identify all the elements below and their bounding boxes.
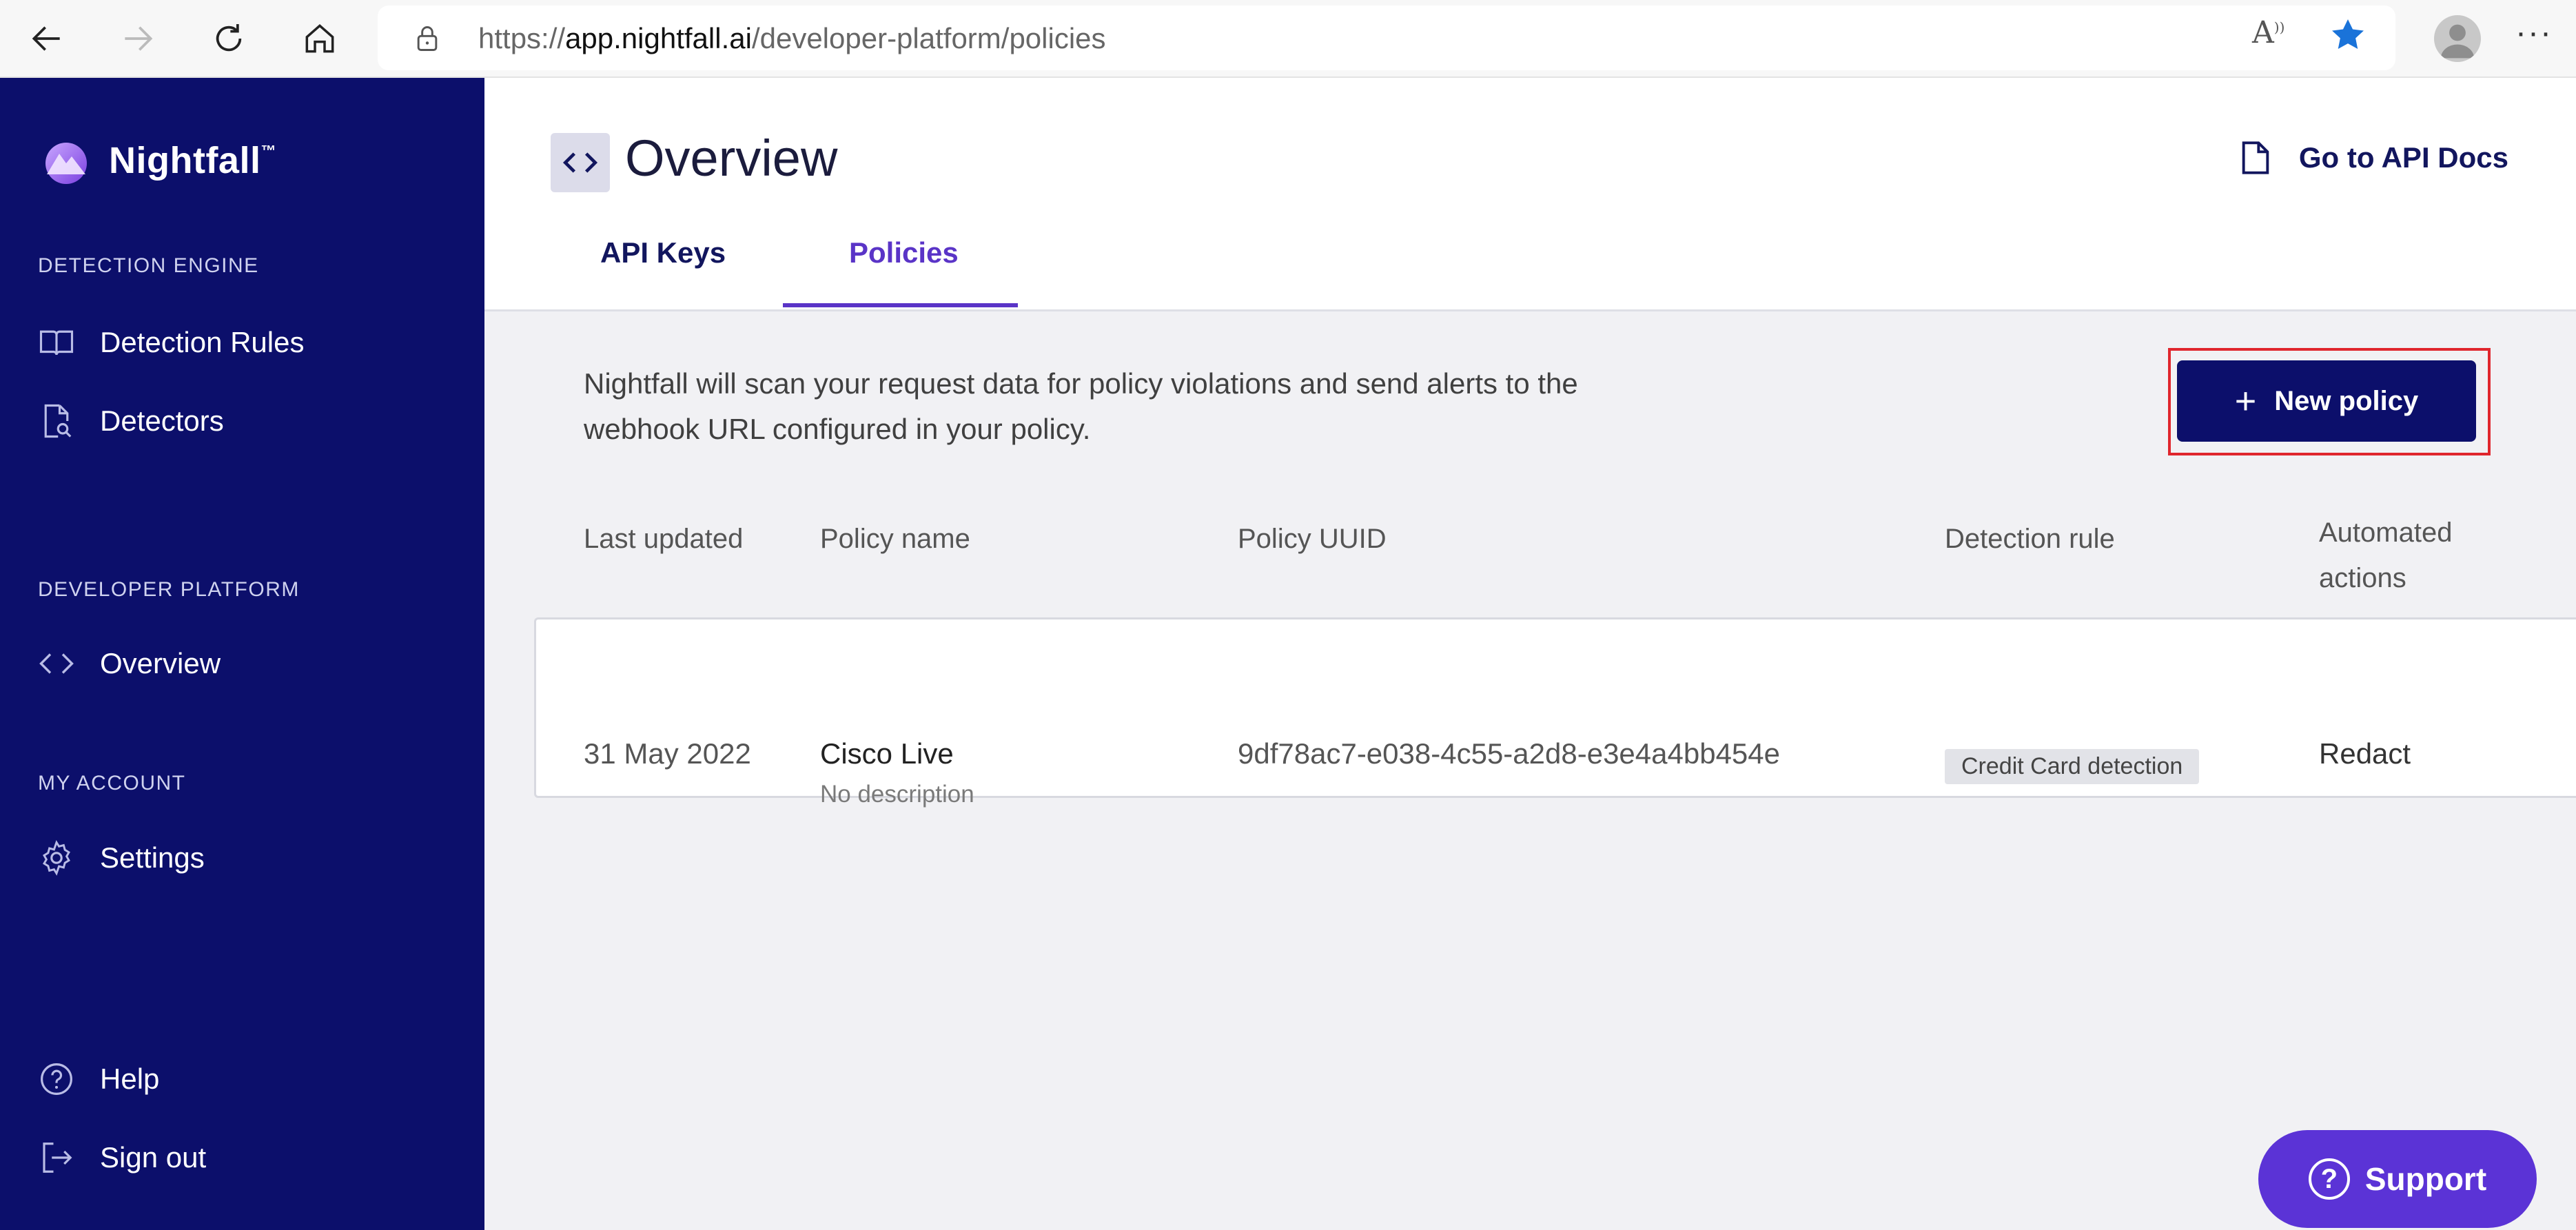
tab-api-keys[interactable]: API Keys	[600, 236, 726, 269]
gear-icon	[43, 840, 70, 876]
forward-button[interactable]	[113, 14, 163, 63]
sidebar: Nightfall™ DETECTION ENGINE Detection Ru…	[0, 78, 484, 1230]
sidebar-item-settings[interactable]: Settings	[38, 834, 205, 882]
sidebar-item-label: Detectors	[100, 404, 224, 437]
policies-description: Nightfall will scan your request data fo…	[584, 367, 1578, 445]
reload-button[interactable]	[204, 14, 254, 63]
file-search-icon	[44, 404, 72, 438]
cell-policy-name[interactable]: Cisco Live	[820, 737, 954, 770]
back-button[interactable]	[22, 14, 72, 63]
support-button[interactable]: ? Support	[2258, 1130, 2537, 1228]
cell-policy-description: No description	[820, 781, 974, 808]
home-icon	[305, 24, 334, 53]
section-detection-engine: DETECTION ENGINE	[38, 254, 259, 277]
profile-avatar[interactable]	[2434, 15, 2481, 62]
api-docs-link[interactable]: Go to API Docs	[2240, 140, 2508, 176]
column-header-last-updated: Last updated	[584, 524, 744, 554]
sign-out-icon	[43, 1142, 72, 1173]
read-aloud-icon: A	[2252, 15, 2274, 50]
brand-logo[interactable]: Nightfall™	[39, 133, 276, 188]
active-tab-indicator	[783, 303, 1018, 307]
column-header-detection-rule: Detection rule	[1945, 524, 2115, 554]
new-policy-label: New policy	[2274, 385, 2419, 416]
code-icon	[39, 653, 74, 674]
sidebar-item-sign-out[interactable]: Sign out	[38, 1134, 206, 1182]
more-options-button[interactable]: ···	[2515, 14, 2553, 52]
favorite-star-icon[interactable]	[2328, 15, 2368, 55]
column-header-policy-uuid: Policy UUID	[1238, 524, 1387, 554]
tab-policies[interactable]: Policies	[849, 236, 959, 269]
url-text: https://app.nightfall.ai/developer-platf…	[478, 22, 1106, 54]
lock-icon	[417, 26, 438, 51]
main-content: Overview Go to API Docs API Keys Policie…	[484, 78, 2576, 1230]
arrow-left-icon	[32, 26, 60, 51]
nightfall-logo-icon	[45, 143, 87, 184]
brand-name: Nightfall™	[109, 140, 276, 181]
sidebar-item-detection-rules[interactable]: Detection Rules	[38, 318, 304, 367]
help-icon	[41, 1063, 72, 1095]
new-policy-button[interactable]: + New policy	[2177, 360, 2476, 442]
page-icon	[551, 133, 610, 192]
address-bar[interactable]: https://app.nightfall.ai/developer-platf…	[378, 6, 2395, 70]
column-header-policy-name: Policy name	[820, 524, 970, 554]
home-button[interactable]	[295, 14, 345, 63]
sidebar-item-label: Settings	[100, 841, 205, 874]
sidebar-item-overview[interactable]: Overview	[38, 639, 221, 688]
person-icon	[2440, 24, 2475, 59]
column-header-automated-actions: Automated actions	[2319, 517, 2453, 593]
section-my-account: MY ACCOUNT	[38, 772, 186, 795]
plus-icon: +	[2234, 380, 2257, 422]
cell-policy-uuid: 9df78ac7-e038-4c55-a2d8-e3e4a4bb454e	[1238, 737, 1781, 770]
reload-icon	[216, 24, 242, 52]
browser-toolbar: https://app.nightfall.ai/developer-platf…	[0, 0, 2576, 78]
document-icon	[2242, 141, 2269, 174]
sidebar-item-label: Help	[100, 1063, 160, 1095]
question-icon: ?	[2308, 1158, 2350, 1200]
support-label: Support	[2364, 1161, 2487, 1197]
sidebar-item-label: Detection Rules	[100, 326, 305, 358]
sidebar-item-help[interactable]: Help	[38, 1055, 159, 1103]
book-icon	[39, 330, 74, 356]
detection-rule-badge: Credit Card detection	[1945, 749, 2200, 784]
sidebar-item-label: Sign out	[100, 1141, 207, 1173]
arrow-right-icon	[125, 26, 153, 51]
read-aloud-button[interactable]: A))	[2252, 15, 2284, 50]
section-developer-platform: DEVELOPER PLATFORM	[38, 578, 300, 601]
api-docs-label: Go to API Docs	[2298, 141, 2508, 174]
sidebar-item-detectors[interactable]: Detectors	[38, 397, 224, 445]
table-row[interactable]	[534, 617, 2576, 798]
sidebar-item-label: Overview	[100, 647, 221, 679]
page-header: Overview Go to API Docs API Keys Policie…	[484, 78, 2576, 311]
page-title: Overview	[625, 130, 838, 187]
code-icon	[562, 152, 598, 173]
cell-last-updated: 31 May 2022	[584, 737, 751, 770]
cell-automated-actions: Redact	[2319, 737, 2411, 770]
